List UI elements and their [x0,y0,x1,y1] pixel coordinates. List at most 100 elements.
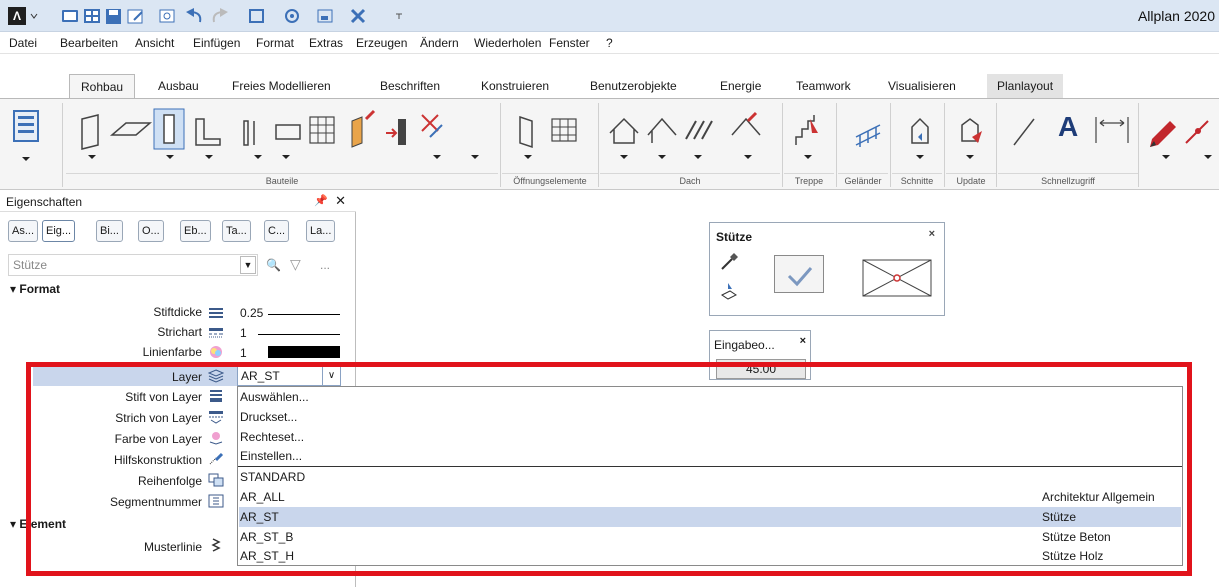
filter-icon[interactable]: ▽ [290,256,301,273]
tab-visualisieren[interactable]: Visualisieren [888,74,956,98]
menu-format[interactable]: Format [256,36,294,50]
customize-icon[interactable] [396,13,402,19]
line-tool-icon[interactable] [1013,118,1035,146]
menu-ansicht[interactable]: Ansicht [135,36,174,50]
point-tool-icon[interactable] [1185,120,1209,144]
chevron-down-icon[interactable]: ▼ [240,256,256,274]
tab-planlayout[interactable]: Planlayout [987,74,1064,98]
palette-tab-eb[interactable]: Eb... [180,220,211,242]
dropdown-action-einstellen[interactable]: Einstellen... [239,446,1181,466]
ok-button[interactable] [774,255,824,293]
menu-einfuegen[interactable]: Einfügen [193,36,240,50]
strip-foundation-icon[interactable] [243,120,262,159]
layer-option-ar-all[interactable]: AR_ALL Architektur Allgemein [239,487,1181,507]
stair-tool-icon[interactable] [788,107,828,167]
layer-option-standard[interactable]: STANDARD [239,467,1181,487]
palette-tab-bi[interactable]: Bi... [96,220,123,242]
menu-wiederholen[interactable]: Wiederholen [474,36,541,50]
dimension-tool-icon[interactable] [1095,117,1129,143]
column-icon[interactable] [153,108,185,159]
library-icon[interactable] [8,107,48,167]
arrow-insert-icon[interactable] [386,119,406,145]
tab-ausbau[interactable]: Ausbau [158,74,199,98]
menu-extras[interactable]: Extras [309,36,343,50]
pencil-icon[interactable] [1150,121,1176,147]
update-tool-icon[interactable] [954,107,994,167]
save-icon[interactable] [106,9,121,24]
palette-tab-c[interactable]: C... [264,220,290,242]
palette-tab-o[interactable]: O... [138,220,164,242]
railing-edit-icon[interactable] [351,109,376,148]
section-tool-icon[interactable] [904,107,944,167]
edit-icon[interactable] [127,9,143,24]
tab-teamwork[interactable]: Teamwork [796,74,851,98]
tab-benutzerobjekte[interactable]: Benutzerobjekte [590,74,677,98]
angle-input[interactable]: 45.00 [716,359,806,379]
tab-freies-modellieren[interactable]: Freies Modellieren [232,74,331,98]
menu-aendern[interactable]: Ändern [420,36,459,50]
roof-icon[interactable] [609,117,639,159]
palette-tab-eig[interactable]: Eig... [42,220,76,242]
palette-tab-la[interactable]: La... [306,220,336,242]
pin-icon[interactable]: 📌 [314,194,328,207]
layer-option-ar-st[interactable]: AR_ST Stütze [239,507,1181,527]
menu-bearbeiten[interactable]: Bearbeiten [60,36,118,50]
roof-edit-icon[interactable] [731,111,761,159]
redo-icon[interactable] [212,8,228,23]
dropdown-action-auswaehlen[interactable]: Auswählen... [239,387,1181,407]
value-stiftdicke[interactable]: 0.25 [240,306,263,320]
layer-icon[interactable] [317,9,333,23]
section-format[interactable]: ▾ Format [10,282,60,296]
settings-icon[interactable] [285,9,299,23]
zoom-filter-icon[interactable]: 🔍 [266,258,281,272]
modify-icon[interactable] [421,114,443,138]
element-selector[interactable]: Stütze [8,254,258,276]
pipette-icon[interactable] [718,251,740,273]
wall-icon[interactable] [81,114,99,159]
text-tool-icon[interactable]: A [1058,111,1078,143]
menu-fenster[interactable]: Fenster [549,36,590,50]
layer-option-ar-st-h[interactable]: AR_ST_H Stütze Holz [239,546,1181,566]
close-icon[interactable]: ✕ [335,193,346,209]
layer-option-ar-st-b[interactable]: AR_ST_B Stütze Beton [239,527,1181,547]
chevron-down-icon[interactable]: ∨ [322,367,340,385]
door-icon[interactable] [519,115,533,159]
menu-erzeugen[interactable]: Erzeugen [356,36,407,50]
close-icon[interactable]: × [929,228,935,240]
value-strichart[interactable]: 1 [240,326,247,340]
tab-konstruieren[interactable]: Konstruieren [481,74,549,98]
slab-icon[interactable] [109,122,153,136]
palette-tab-ta[interactable]: Ta... [222,220,251,242]
close-icon[interactable]: × [800,335,806,347]
tab-energie[interactable]: Energie [720,74,761,98]
facade-icon[interactable] [309,116,335,144]
window-opening-icon[interactable] [275,124,301,159]
dropdown-action-druckset[interactable]: Druckset... [239,407,1181,427]
value-linienfarbe[interactable]: 1 [240,346,247,360]
window-icon[interactable] [551,118,577,142]
section-element[interactable]: ▾ Element [10,517,66,531]
more-options[interactable]: ... [320,258,330,272]
undo-icon[interactable] [186,8,202,23]
tab-rohbau[interactable]: Rohbau [69,74,136,99]
beam-icon[interactable] [195,118,221,159]
color-swatch[interactable] [268,346,340,358]
open-folder-icon[interactable] [62,10,78,22]
railing-tool-icon[interactable] [850,107,890,167]
column-preview-icon[interactable] [862,259,932,297]
rafter-icon[interactable] [685,120,713,159]
app-logo[interactable]: Λ [8,7,26,25]
palette-tab-as[interactable]: As... [8,220,39,242]
copy-icon[interactable] [249,9,264,23]
tab-beschriften[interactable]: Beschriften [380,74,440,98]
grid-icon[interactable] [84,9,100,23]
menu-datei[interactable]: Datei [9,36,37,50]
transfer-properties-icon[interactable] [718,279,740,301]
color-wheel-icon [210,346,222,358]
dropdown-action-rechteset[interactable]: Rechteset... [239,427,1181,447]
tools-icon[interactable] [350,8,366,24]
chevron-down-icon[interactable] [30,12,38,20]
zoom-icon[interactable] [159,9,175,23]
roof-shape-icon[interactable] [647,117,677,159]
menu-help[interactable]: ? [606,36,613,50]
